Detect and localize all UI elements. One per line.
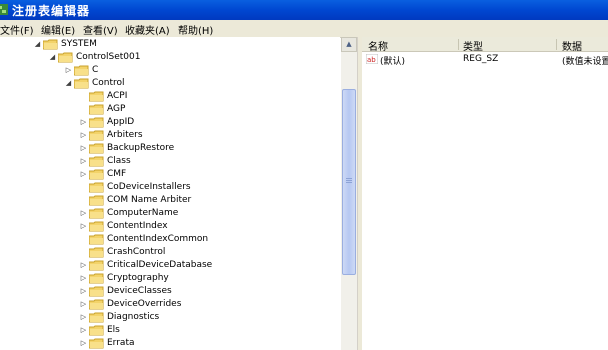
tree-vertical-scrollbar[interactable]: ▲	[341, 37, 357, 350]
col-data[interactable]: 数据	[562, 38, 582, 53]
folder-icon	[89, 156, 104, 167]
folder-icon	[74, 65, 89, 76]
expand-arrow-icon[interactable]: ▷	[80, 311, 87, 324]
tree-label[interactable]: AGP	[107, 103, 125, 116]
collapse-arrow-icon[interactable]: ◢	[34, 38, 41, 51]
collapse-arrow-icon[interactable]: ◢	[65, 77, 72, 90]
folder-icon	[89, 325, 104, 336]
folder-icon	[89, 299, 104, 310]
menu-edit[interactable]: 编辑(E)	[41, 22, 75, 37]
column-header: 名称 类型 数据	[362, 37, 608, 53]
tree-label[interactable]: ControlSet001	[76, 51, 141, 64]
tree-label[interactable]: Cryptography	[107, 272, 169, 285]
tree-label[interactable]: Errata	[107, 337, 135, 350]
folder-icon	[89, 104, 104, 115]
folder-icon	[89, 143, 104, 154]
expand-arrow-icon[interactable]: ▷	[80, 272, 87, 285]
tree-label[interactable]: DeviceOverrides	[107, 298, 181, 311]
expand-arrow-icon	[80, 103, 87, 116]
folder-icon	[74, 78, 89, 89]
string-value-icon: ab	[366, 54, 378, 64]
folder-icon	[89, 338, 104, 349]
expand-arrow-icon[interactable]: ▷	[80, 298, 87, 311]
title-bar: 注册表编辑器	[0, 0, 608, 20]
tree-label[interactable]: SYSTEM	[61, 38, 97, 51]
tree-label[interactable]: AppID	[107, 116, 134, 129]
expand-arrow-icon	[80, 90, 87, 103]
scroll-up-arrow-icon[interactable]: ▲	[341, 37, 357, 52]
col-type[interactable]: 类型	[463, 38, 483, 53]
values-pane[interactable]: 名称 类型 数据 ab (默认) REG_SZ (数值未设置	[362, 37, 608, 350]
tree-label[interactable]: CoDeviceInstallers	[107, 181, 191, 194]
tree-label[interactable]: DeviceClasses	[107, 285, 172, 298]
expand-arrow-icon[interactable]: ▷	[80, 142, 87, 155]
tree-label[interactable]: Els	[107, 324, 120, 337]
expand-arrow-icon[interactable]: ▷	[80, 116, 87, 129]
expand-arrow-icon[interactable]: ▷	[80, 324, 87, 337]
folder-icon	[89, 117, 104, 128]
menu-favorites[interactable]: 收藏夹(A)	[125, 22, 170, 37]
folder-icon	[89, 260, 104, 271]
folder-icon	[89, 234, 104, 245]
value-row-default[interactable]: ab (默认) REG_SZ (数值未设置	[362, 53, 608, 67]
tree-label[interactable]: CrashControl	[107, 246, 165, 259]
menu-view[interactable]: 查看(V)	[83, 22, 118, 37]
expand-arrow-icon[interactable]: ▷	[80, 259, 87, 272]
tree-label[interactable]: CriticalDeviceDatabase	[107, 259, 212, 272]
value-data: (数值未设置	[562, 57, 608, 67]
folder-icon	[89, 130, 104, 141]
folder-icon	[58, 52, 73, 63]
tree-label[interactable]: Control	[92, 77, 125, 90]
tree-label[interactable]: C	[92, 64, 98, 77]
tree-label[interactable]: ContentIndexCommon	[107, 233, 208, 246]
folder-icon	[89, 247, 104, 258]
folder-icon	[89, 91, 104, 102]
tree-label[interactable]: ContentIndex	[107, 220, 168, 233]
expand-arrow-icon[interactable]: ▷	[80, 220, 87, 233]
window-title: 注册表编辑器	[12, 4, 91, 18]
expand-arrow-icon	[80, 246, 87, 259]
expand-arrow-icon[interactable]: ▷	[80, 168, 87, 181]
expand-arrow-icon	[80, 233, 87, 246]
expand-arrow-icon[interactable]: ▷	[80, 337, 87, 350]
svg-text:ab: ab	[367, 56, 376, 64]
expand-arrow-icon[interactable]: ▷	[80, 129, 87, 142]
menu-file[interactable]: 文件(F)	[0, 22, 34, 37]
value-name: (默认)	[380, 57, 406, 67]
folder-icon	[89, 195, 104, 206]
menu-bar: 文件(F) 编辑(E) 查看(V) 收藏夹(A) 帮助(H)	[0, 20, 608, 38]
folder-icon	[89, 182, 104, 193]
col-name[interactable]: 名称	[368, 38, 388, 53]
value-type: REG_SZ	[463, 54, 499, 64]
tree-label[interactable]: Diagnostics	[107, 311, 159, 324]
expand-arrow-icon[interactable]: ▷	[80, 207, 87, 220]
expand-arrow-icon[interactable]: ▷	[65, 64, 72, 77]
expand-arrow-icon[interactable]: ▷	[80, 155, 87, 168]
tree-label[interactable]: Class	[107, 155, 131, 168]
tree-label[interactable]: COM Name Arbiter	[107, 194, 191, 207]
folder-icon	[89, 169, 104, 180]
tree-label[interactable]: ACPI	[107, 90, 127, 103]
tree-label[interactable]: ComputerName	[107, 207, 178, 220]
expand-arrow-icon[interactable]: ▷	[80, 285, 87, 298]
folder-icon	[89, 273, 104, 284]
tree-label[interactable]: BackupRestore	[107, 142, 174, 155]
folder-icon	[43, 39, 58, 50]
menu-help[interactable]: 帮助(H)	[178, 22, 213, 37]
regedit-app-icon	[0, 4, 8, 15]
expand-arrow-icon	[80, 181, 87, 194]
folder-icon	[89, 286, 104, 297]
expand-arrow-icon	[80, 194, 87, 207]
tree-label[interactable]: CMF	[107, 168, 126, 181]
tree-label[interactable]: Arbiters	[107, 129, 143, 142]
folder-icon	[89, 208, 104, 219]
scrollbar-thumb[interactable]	[342, 89, 356, 275]
folder-icon	[89, 312, 104, 323]
registry-key-tree[interactable]: ◢ SYSTEM ◢ ControlSet001 ▷ C ◢ Control A…	[0, 37, 340, 350]
folder-icon	[89, 221, 104, 232]
collapse-arrow-icon[interactable]: ◢	[49, 51, 56, 64]
